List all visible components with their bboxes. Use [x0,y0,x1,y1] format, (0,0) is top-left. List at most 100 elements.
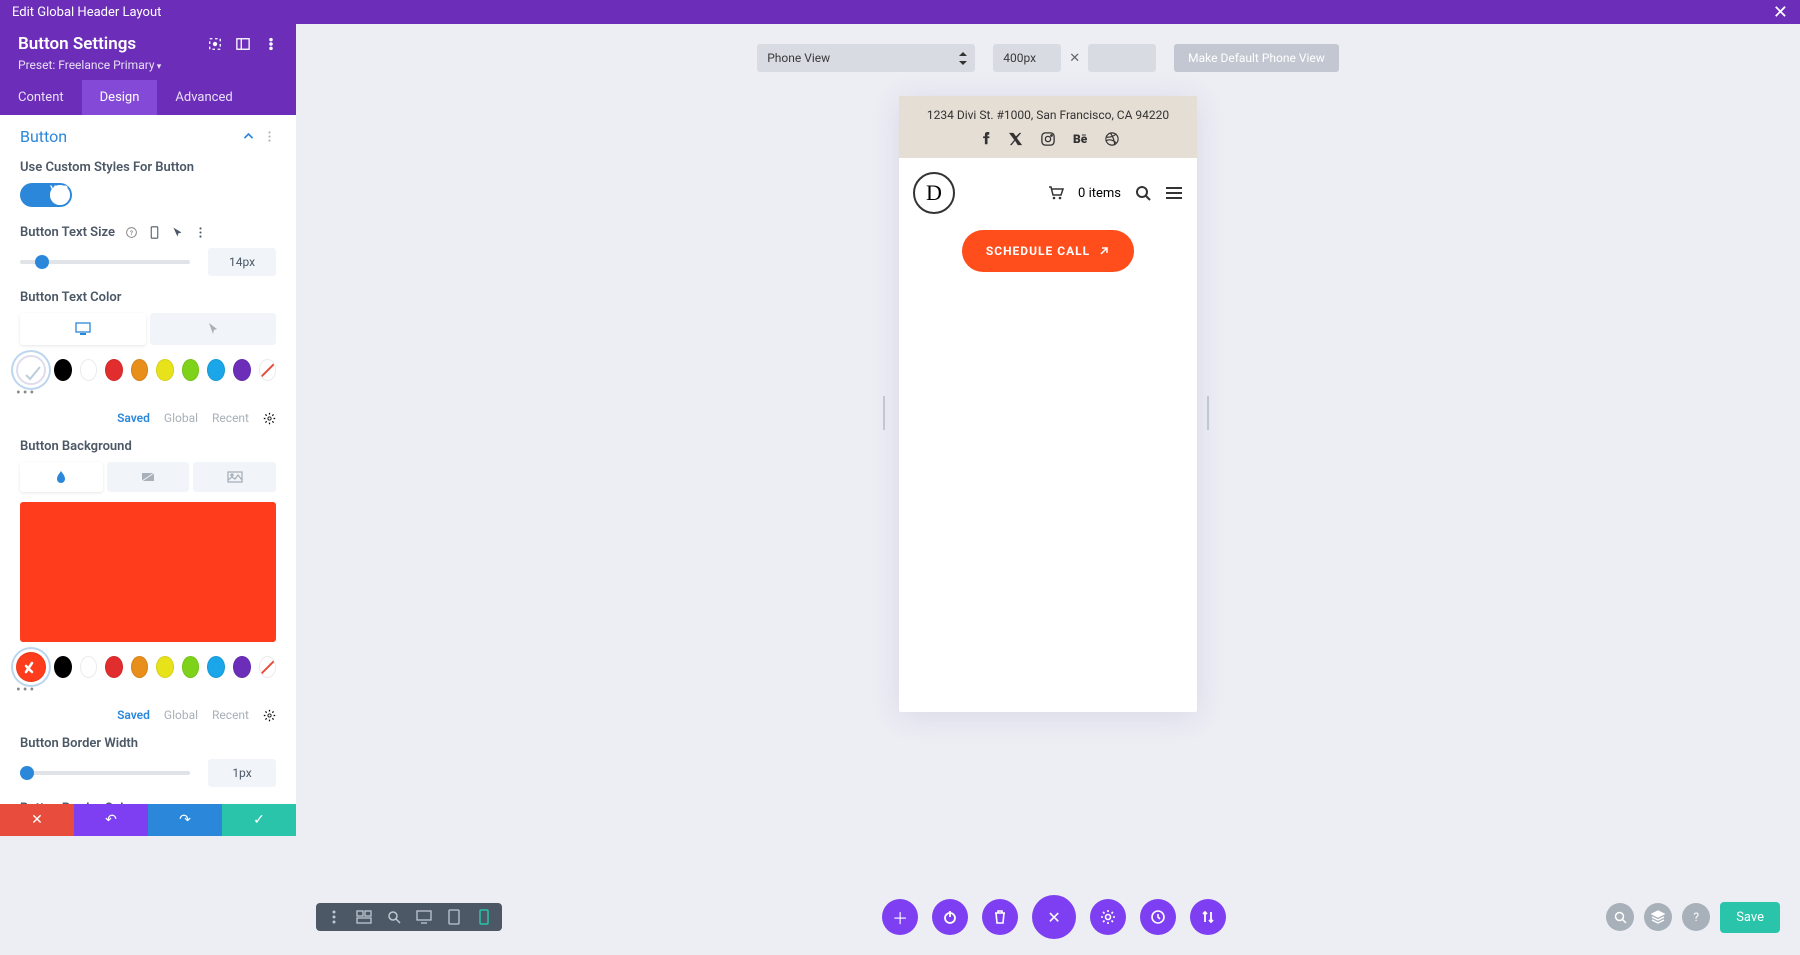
x-icon[interactable] [1009,132,1023,146]
power-button[interactable] [932,899,968,935]
swatch-purple[interactable] [233,359,251,381]
swatch-tab-saved[interactable]: Saved [117,411,150,425]
slider-text-size[interactable] [20,260,190,264]
swatch-red[interactable] [105,359,123,381]
hover-icon[interactable] [171,226,184,239]
bb-wireframe-icon[interactable] [356,909,372,925]
swatch-yellow[interactable] [156,359,174,381]
dribbble-icon[interactable] [1105,132,1119,146]
make-default-button[interactable]: Make Default Phone View [1174,44,1339,72]
times-icon: ✕ [1065,51,1084,66]
page-title: Edit Global Header Layout [12,5,161,20]
swatch-bg-yellow[interactable] [156,656,174,678]
more-icon[interactable] [264,37,278,51]
facebook-icon[interactable] [977,132,991,146]
swatch-bg-orange[interactable] [131,656,149,678]
logo[interactable]: D [913,172,955,214]
layers-icon[interactable] [1644,903,1672,931]
tab-advanced[interactable]: Advanced [157,80,250,115]
bb-tablet-icon[interactable] [446,909,462,925]
tablet-icon[interactable] [148,226,161,239]
help-icon[interactable]: ? [1682,903,1710,931]
phone-preview: 1234 Divi St. #1000, San Francisco, CA 9… [899,96,1197,712]
bg-tab-image[interactable] [193,462,276,492]
swatch-tab-global[interactable]: Global [164,411,198,425]
swatch-bg-white[interactable] [80,656,98,678]
bg-tab-gradient[interactable] [107,462,190,492]
swatch-tab-recent[interactable]: Recent [212,411,249,425]
swatch-green[interactable] [182,359,200,381]
swatch-bg-current[interactable] [16,652,46,682]
section-button[interactable]: Button [20,127,67,146]
swatch-bg-tab-saved[interactable]: Saved [117,708,150,722]
menu-icon[interactable] [1165,186,1183,200]
focus-icon[interactable] [208,37,222,51]
resize-left[interactable] [883,396,889,430]
instagram-icon[interactable] [1041,132,1055,146]
swatch-bg-red[interactable] [105,656,123,678]
tab-content[interactable]: Content [0,80,82,115]
swatch-bg-tab-global[interactable]: Global [164,708,198,722]
close-button[interactable]: ✕ [1032,895,1076,939]
save-button[interactable]: Save [1720,902,1780,933]
device-desktop[interactable] [20,313,146,345]
expand-button[interactable] [1190,899,1226,935]
history-button[interactable] [1140,899,1176,935]
trash-button[interactable] [982,899,1018,935]
tab-design[interactable]: Design [82,80,158,115]
settings-title: Button Settings [18,34,136,54]
cart-icon[interactable] [1048,186,1064,200]
swatch-gear-icon[interactable] [263,412,276,425]
section-more-icon[interactable] [263,130,276,143]
undo-button[interactable]: ↶ [74,804,148,836]
swatch-bg-gear-icon[interactable] [263,709,276,722]
toggle-custom-styles[interactable]: YES [20,183,72,207]
swatch-none[interactable] [259,359,277,381]
width-input[interactable]: 400px [993,44,1061,72]
close-icon[interactable]: ✕ [1773,2,1788,23]
bb-zoom-icon[interactable] [386,909,402,925]
help-icon[interactable]: ? [125,226,138,239]
chevron-up-icon[interactable] [242,130,255,143]
add-button[interactable]: ＋ [882,899,918,935]
slider-border-width[interactable] [20,771,190,775]
swatch-black[interactable] [54,359,72,381]
device-hover[interactable] [150,313,276,345]
redo-button[interactable]: ↷ [148,804,222,836]
swatch-bg-tab-recent[interactable]: Recent [212,708,249,722]
zoom-icon[interactable] [1606,903,1634,931]
behance-icon[interactable]: Bē [1073,132,1087,146]
bg-tab-color[interactable] [20,462,103,492]
view-select[interactable]: Phone View [757,44,975,72]
value-text-size[interactable]: 14px [208,248,276,276]
swatch-white[interactable] [80,359,98,381]
bb-desktop-icon[interactable] [416,909,432,925]
resize-right[interactable] [1207,396,1213,430]
confirm-button[interactable]: ✓ [222,804,296,836]
height-input[interactable] [1088,44,1156,72]
bb-phone-icon[interactable] [476,909,492,925]
bg-color-preview[interactable] [20,502,276,642]
swatch-bg-blue[interactable] [207,656,225,678]
schedule-call-button[interactable]: SCHEDULE CALL [962,230,1134,272]
swatch-bg-green[interactable] [182,656,200,678]
label-background: Button Background [20,439,276,454]
swatch-blue[interactable] [207,359,225,381]
settings-button[interactable] [1090,899,1126,935]
swatch-more-icon[interactable]: ••• [16,385,276,401]
cancel-button[interactable]: ✕ [0,804,74,836]
label-text-color: Button Text Color [20,290,276,305]
swatch-current[interactable] [16,355,46,385]
swatch-bg-black[interactable] [54,656,72,678]
swatch-bg-more-icon[interactable]: ••• [16,682,276,698]
preset-dropdown[interactable]: Preset: Freelance Primary [18,58,278,72]
bb-more-icon[interactable] [326,909,342,925]
label-text-size: Button Text Size [20,225,115,240]
swatch-orange[interactable] [131,359,149,381]
field-more-icon[interactable] [194,226,207,239]
swatch-bg-none[interactable] [259,656,277,678]
value-border-width[interactable]: 1px [208,759,276,787]
swatch-bg-purple[interactable] [233,656,251,678]
search-icon[interactable] [1135,185,1151,201]
panel-icon[interactable] [236,37,250,51]
